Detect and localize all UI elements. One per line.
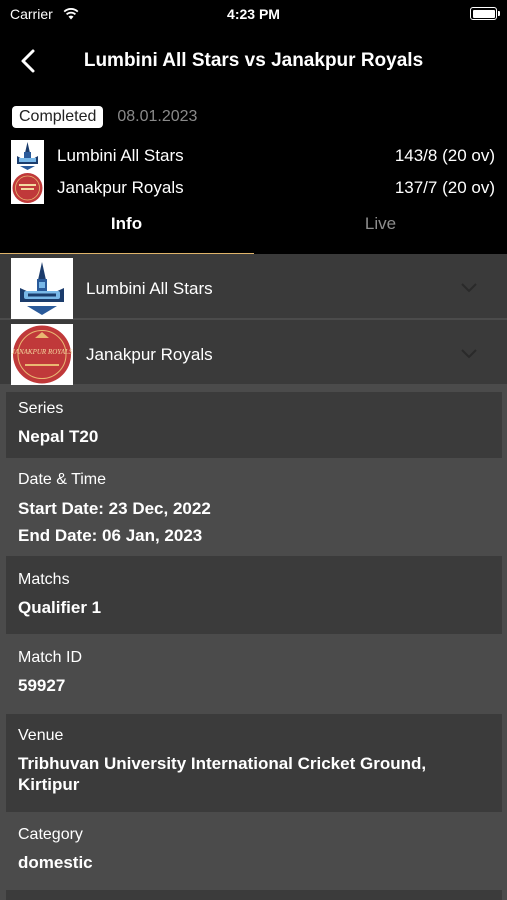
- match-id-label: Match ID: [18, 649, 83, 666]
- team-score: 143/8 (20 ov): [394, 146, 495, 165]
- team-row-janakpur[interactable]: JANAKPUR ROYALS Janakpur Royals: [0, 320, 507, 385]
- navigation-bar: Lumbini All Stars vs Janakpur Royals: [0, 38, 507, 84]
- next-card: [6, 890, 502, 900]
- end-date: End Date: 06 Jan, 2023: [18, 526, 203, 545]
- info-panel: Lumbini All Stars JANAKPUR ROYALS Janakp…: [0, 254, 507, 900]
- team-name: Janakpur Royals: [86, 345, 213, 364]
- venue-value: Tribhuvan University International Crick…: [18, 754, 427, 794]
- janakpur-logo-text: JANAKPUR ROYALS: [12, 348, 73, 356]
- janakpur-logo: [11, 172, 44, 204]
- page-title: Lumbini All Stars vs Janakpur Royals: [83, 50, 424, 71]
- category-label: Category: [18, 826, 83, 843]
- match-id-card: Match ID 59927: [6, 638, 502, 710]
- team-name: Janakpur Royals: [57, 178, 184, 197]
- match-date: 08.01.2023: [117, 108, 198, 125]
- matchs-label: Matchs: [18, 571, 70, 588]
- team-score: 137/7 (20 ov): [394, 178, 495, 197]
- clock-time: 4:23 PM: [227, 6, 280, 22]
- category-card: Category domestic: [6, 816, 502, 886]
- venue-label: Venue: [18, 727, 64, 744]
- status-badge: Completed: [12, 106, 104, 128]
- battery-icon: [470, 7, 500, 20]
- team-name: Lumbini All Stars: [57, 146, 184, 165]
- lumbini-logo: [11, 140, 44, 172]
- series-label: Series: [18, 400, 64, 417]
- janakpur-logo: JANAKPUR ROYALS: [11, 324, 73, 385]
- category-value: domestic: [18, 853, 93, 872]
- match-id-value: 59927: [18, 676, 66, 695]
- tab-bar: Info Live: [0, 204, 507, 255]
- datetime-card: Date & Time Start Date: 23 Dec, 2022 End…: [6, 462, 502, 552]
- chevron-down-icon: [461, 346, 477, 364]
- team-name: Lumbini All Stars: [86, 279, 213, 298]
- chevron-down-icon: [461, 280, 477, 298]
- back-button[interactable]: [14, 46, 44, 76]
- matchs-value: Qualifier 1: [18, 598, 102, 617]
- status-bar: Carrier 4:23 PM: [0, 0, 507, 30]
- lumbini-logo: [11, 258, 73, 319]
- team-score-row: Janakpur Royals 137/7 (20 ov): [11, 172, 501, 204]
- start-date: Start Date: 23 Dec, 2022: [18, 499, 211, 518]
- matchs-card: Matchs Qualifier 1: [6, 556, 502, 634]
- match-status-row: Completed 08.01.2023: [12, 104, 197, 130]
- chevron-left-icon: [21, 49, 35, 73]
- tab-live[interactable]: Live: [254, 204, 507, 254]
- datetime-label: Date & Time: [18, 471, 107, 488]
- tab-info[interactable]: Info: [0, 204, 253, 254]
- venue-card: Venue Tribhuvan University International…: [6, 714, 502, 812]
- team-score-row: Lumbini All Stars 143/8 (20 ov): [11, 140, 501, 172]
- series-card: Series Nepal T20: [6, 392, 502, 458]
- team-row-lumbini[interactable]: Lumbini All Stars: [0, 254, 507, 319]
- series-value: Nepal T20: [18, 427, 99, 446]
